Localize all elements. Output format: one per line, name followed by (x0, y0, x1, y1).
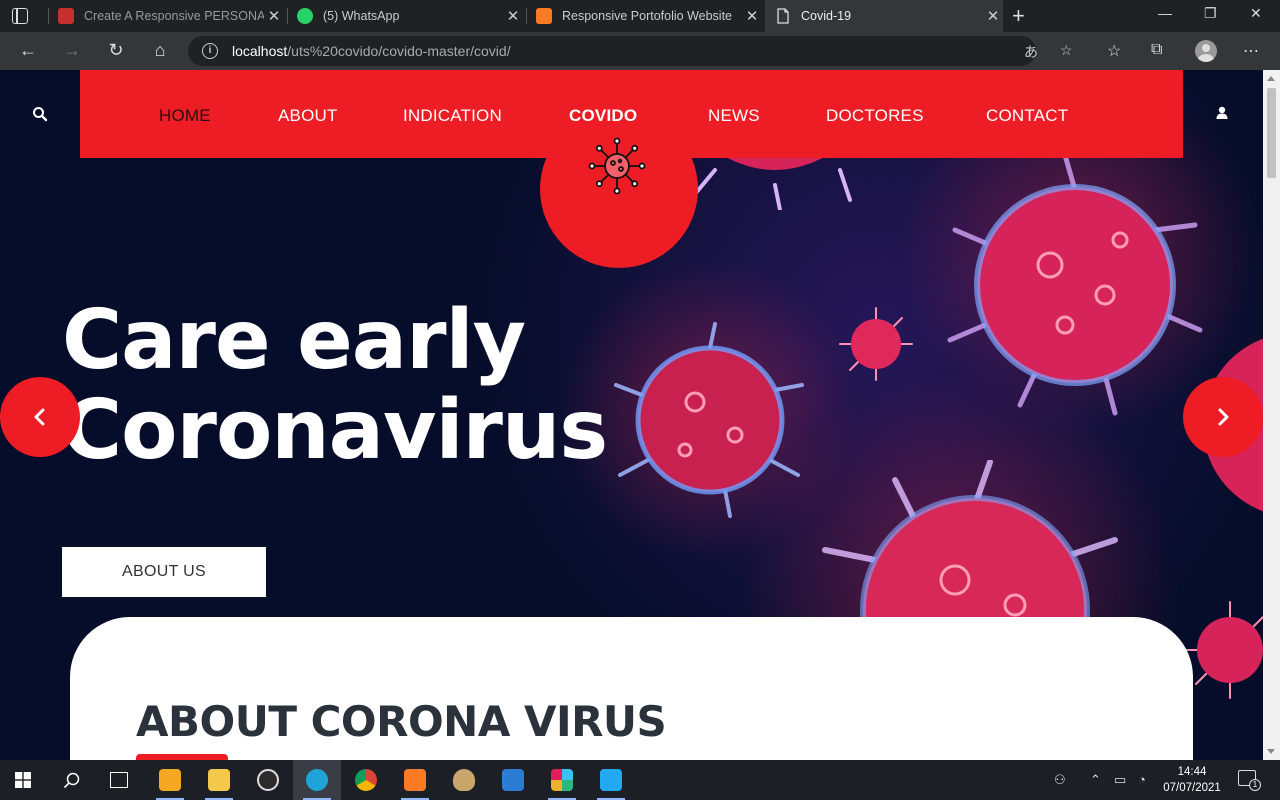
carousel-prev-button[interactable] (0, 377, 80, 457)
nav-indication[interactable]: INDICATION (403, 106, 502, 126)
nav-brand-covido[interactable]: COVIDO (569, 106, 637, 126)
file-explorer-icon[interactable] (195, 760, 243, 800)
address-bar[interactable]: i localhost/uts%20covido/covido-master/c… (188, 36, 1073, 66)
browser-tab-bar: Create A Responsive PERSONAL ✕ (5) Whats… (0, 0, 1280, 32)
nav-doctores[interactable]: DOCTORES (826, 106, 924, 126)
about-section-title: ABOUT CORONA VIRUS (136, 697, 667, 746)
scroll-thumb[interactable] (1267, 88, 1276, 178)
user-icon[interactable] (1215, 106, 1229, 120)
show-hidden-icons-icon[interactable]: ⌃ (1090, 772, 1101, 788)
xampp-icon (536, 8, 552, 24)
tab-title: Covid-19 (801, 9, 852, 23)
tab-title: Responsive Portofolio Website (562, 9, 732, 23)
chevron-right-icon (1218, 408, 1229, 426)
windows-taskbar: ⚇ ⌃ ▭ ◔ 14:44 07/07/2021 1 (0, 760, 1280, 800)
tab-whatsapp[interactable]: (5) WhatsApp ✕ (297, 0, 523, 32)
favorites-icon[interactable]: ☆ (1107, 41, 1121, 61)
clock-time: 14:44 (1177, 766, 1207, 778)
more-menu-icon[interactable]: ⋯ (1243, 41, 1259, 61)
add-favorite-icon[interactable]: ☆ (1060, 42, 1073, 59)
restore-icon[interactable]: ❐ (1204, 5, 1217, 22)
about-us-button[interactable]: ABOUT US (62, 547, 266, 597)
virus-logo-icon[interactable] (587, 136, 647, 196)
tab-actions-icon[interactable] (12, 8, 28, 24)
people-icon[interactable]: ⚇ (1054, 772, 1066, 788)
close-window-icon[interactable]: ✕ (1250, 5, 1262, 22)
collections-icon[interactable]: ⧉ (1151, 41, 1162, 59)
hero-headline-line1: Care early (62, 293, 526, 388)
notification-count: 1 (1249, 779, 1261, 791)
edge-icon[interactable] (293, 760, 341, 800)
page-icon (777, 8, 789, 24)
paint-icon[interactable] (440, 760, 488, 800)
minimize-icon[interactable]: — (1158, 5, 1172, 21)
scroll-up-icon[interactable] (1267, 76, 1275, 81)
tab-youtube[interactable]: Create A Responsive PERSONAL ✕ (58, 0, 284, 32)
xampp-icon[interactable] (391, 760, 439, 800)
hero-headline: Care early Coronavirus (62, 293, 608, 478)
task-view-icon[interactable] (110, 772, 128, 788)
chrome-icon[interactable] (342, 760, 390, 800)
scroll-down-icon[interactable] (1267, 749, 1275, 754)
wifi-icon[interactable]: ◔ (1138, 772, 1146, 787)
tab-title: (5) WhatsApp (323, 9, 400, 23)
new-tab-icon[interactable]: + (1012, 3, 1025, 29)
info-icon[interactable]: i (202, 43, 218, 59)
browser-toolbar: ← → ↻ ⌂ i localhost/uts%20covido/covido-… (0, 32, 1280, 70)
tab-separator (287, 8, 288, 24)
hero-headline-line2: Coronavirus (62, 383, 608, 478)
slack-icon[interactable] (538, 760, 586, 800)
home-icon[interactable]: ⌂ (148, 40, 172, 61)
vscode-icon[interactable] (587, 760, 635, 800)
media-player-icon[interactable] (146, 760, 194, 800)
virus-image (614, 322, 804, 518)
tab-portfolio[interactable]: Responsive Portofolio Website ✕ (536, 0, 762, 32)
back-icon[interactable]: ← (16, 40, 40, 61)
tab-title: Create A Responsive PERSONAL (84, 9, 264, 23)
page-viewport: HOME ABOUT INDICATION COVIDO NEWS DOCTOR… (0, 70, 1263, 760)
tab-covid[interactable]: Covid-19 ✕ (765, 0, 1003, 32)
nav-home[interactable]: HOME (159, 106, 211, 126)
about-section-card: ABOUT CORONA VIRUS (70, 617, 1193, 760)
whatsapp-icon (297, 8, 313, 24)
obs-icon[interactable] (244, 760, 292, 800)
search-icon[interactable] (32, 106, 48, 122)
search-icon[interactable] (63, 772, 80, 789)
virus-image (839, 307, 913, 381)
youtube-icon (58, 8, 74, 24)
translate-icon[interactable]: あ (1024, 42, 1038, 62)
url-text[interactable]: localhost/uts%20covido/covido-master/cov… (232, 43, 511, 59)
page-scrollbar[interactable] (1263, 70, 1280, 760)
windows-start-icon[interactable] (15, 772, 31, 788)
word-icon[interactable] (489, 760, 537, 800)
chevron-left-icon (34, 408, 45, 426)
battery-icon[interactable]: ▭ (1114, 772, 1126, 788)
clock-date: 07/07/2021 (1163, 782, 1221, 794)
nav-contact[interactable]: CONTACT (986, 106, 1068, 126)
close-tab-icon[interactable]: ✕ (264, 7, 284, 25)
notification-icon[interactable]: 1 (1238, 770, 1261, 791)
close-tab-icon[interactable]: ✕ (983, 7, 1003, 25)
close-tab-icon[interactable]: ✕ (503, 7, 523, 25)
nav-news[interactable]: NEWS (708, 106, 760, 126)
profile-avatar[interactable] (1195, 40, 1217, 62)
carousel-next-button[interactable] (1183, 377, 1263, 457)
reload-icon[interactable]: ↻ (104, 40, 128, 61)
close-tab-icon[interactable]: ✕ (742, 7, 762, 25)
virus-image (947, 152, 1203, 416)
nav-about[interactable]: ABOUT (278, 106, 338, 126)
tab-separator (526, 8, 527, 24)
forward-icon[interactable]: → (60, 40, 84, 61)
tab-separator (48, 8, 49, 24)
system-clock[interactable]: 14:44 07/07/2021 (1160, 764, 1224, 796)
